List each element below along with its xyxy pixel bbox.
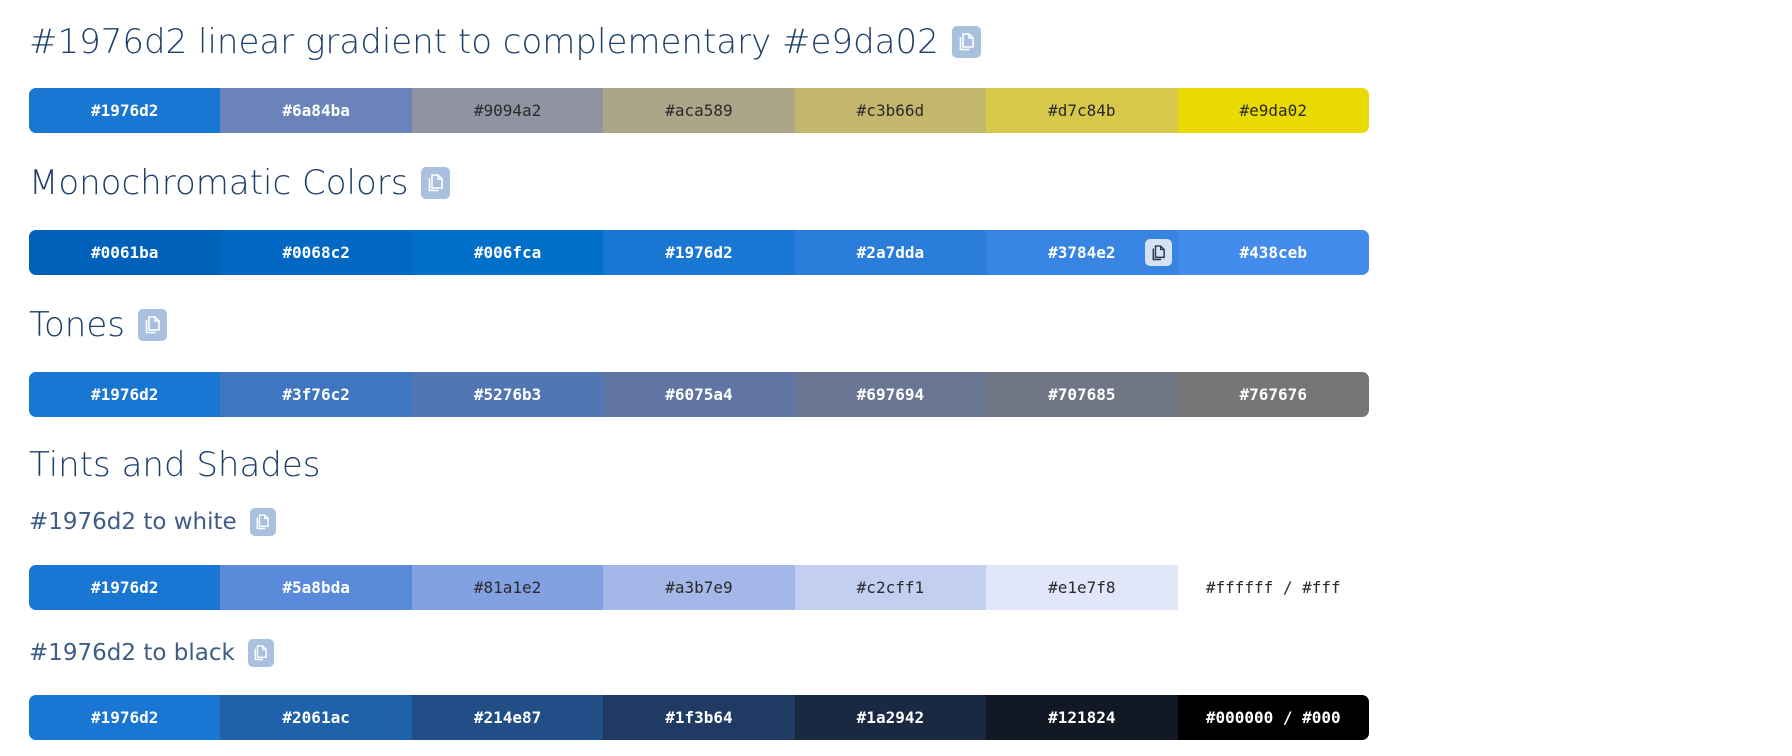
swatch-hex-label: #697694 — [856, 385, 925, 404]
swatch-hex-label: #d7c84b — [1048, 101, 1116, 120]
color-swatch[interactable]: #2061ac — [220, 695, 412, 740]
color-swatch[interactable]: #6075a4 — [603, 372, 795, 417]
to-white-title-text: #1976d2 to white — [29, 509, 237, 535]
swatch-hex-label: #9094a2 — [473, 101, 542, 120]
copy-icon — [145, 316, 160, 334]
color-swatch[interactable]: #1976d2 — [29, 88, 221, 133]
color-swatch[interactable]: #0068c2 — [220, 230, 412, 275]
color-swatch[interactable]: #1f3b64 — [603, 695, 795, 740]
color-swatch[interactable]: #c3b66d — [794, 88, 987, 133]
color-swatch[interactable]: #1976d2 — [29, 695, 221, 740]
swatch-hex-label: #a3b7e9 — [665, 578, 733, 597]
color-swatch[interactable]: #6a84ba — [220, 88, 412, 133]
color-swatch[interactable]: #9094a2 — [411, 88, 604, 133]
swatch-hex-label: #707685 — [1048, 385, 1116, 404]
swatch-hex-label: #5276b3 — [473, 385, 542, 404]
swatch-hex-label: #6075a4 — [665, 385, 733, 404]
color-swatch[interactable]: #a3b7e9 — [603, 565, 795, 610]
color-swatch[interactable]: #1976d2 — [29, 372, 221, 417]
swatch-hex-label: #121824 — [1048, 708, 1116, 727]
color-swatch[interactable]: #3784e2 — [986, 230, 1178, 275]
tones-title: Tones — [29, 305, 167, 345]
monochromatic-title: Monochromatic Colors — [29, 163, 451, 203]
copy-icon — [256, 514, 270, 530]
to-white-copy-button[interactable] — [249, 508, 276, 536]
color-swatch[interactable]: #81a1e2 — [411, 565, 604, 610]
swatch-hex-label: #0061ba — [90, 243, 159, 262]
swatch-hex-label: #e9da02 — [1239, 101, 1307, 120]
swatch-hex-label: #1976d2 — [665, 243, 733, 262]
color-swatch[interactable]: #000000 / #000 — [1177, 695, 1369, 740]
swatch-hex-label: #767676 — [1239, 385, 1307, 404]
swatch-hex-label: #1976d2 — [90, 578, 159, 597]
gradient-palette: #1976d2 #6a84ba #9094a2 #aca589 #c3b66d #d7c8… — [29, 88, 1369, 133]
copy-icon — [254, 645, 268, 661]
swatch-hex-label: #1976d2 — [90, 708, 159, 727]
color-swatch[interactable]: #767676 — [1177, 372, 1369, 417]
swatch-hex-label: #006fca — [473, 243, 542, 262]
color-swatch[interactable]: #e9da02 — [1177, 88, 1369, 133]
gradient-copy-button[interactable] — [951, 26, 981, 58]
tints-shades-title: Tints and Shades — [29, 445, 321, 485]
color-swatch[interactable]: #5276b3 — [411, 372, 604, 417]
swatch-copy-button[interactable] — [1144, 239, 1172, 266]
swatch-hex-label: #81a1e2 — [473, 578, 542, 597]
color-swatch[interactable]: #aca589 — [603, 88, 795, 133]
color-swatch[interactable]: #707685 — [986, 372, 1178, 417]
color-swatch[interactable]: #e1e7f8 — [986, 565, 1178, 610]
gradient-title-text: #1976d2 linear gradient to complementary… — [29, 22, 939, 62]
swatch-hex-label: #1a2942 — [856, 708, 925, 727]
color-swatch[interactable]: #1976d2 — [603, 230, 795, 275]
color-swatch[interactable]: #0061ba — [29, 230, 221, 275]
tones-title-text: Tones — [29, 305, 125, 345]
swatch-hex-label: #000000 / #000 — [1205, 708, 1341, 727]
color-swatch[interactable]: #5a8bda — [220, 565, 412, 610]
to-black-title-text: #1976d2 to black — [29, 640, 235, 666]
swatch-hex-label: #2a7dda — [856, 243, 925, 262]
monochromatic-copy-button[interactable] — [421, 167, 451, 199]
color-swatch[interactable]: #214e87 — [411, 695, 604, 740]
swatch-hex-label: #5a8bda — [282, 578, 350, 597]
color-swatch[interactable]: #3f76c2 — [220, 372, 412, 417]
to-white-palette: #1976d2 #5a8bda #81a1e2 #a3b7e9 #c2cff1 #e1e7… — [29, 565, 1369, 610]
color-swatch[interactable]: #697694 — [794, 372, 987, 417]
tones-palette: #1976d2 #3f76c2 #5276b3 #6075a4 #697694 #7076… — [29, 372, 1369, 417]
color-swatch[interactable]: #006fca — [411, 230, 604, 275]
swatch-hex-label: #6a84ba — [282, 101, 350, 120]
swatch-hex-label: #1976d2 — [90, 385, 159, 404]
swatch-hex-label: #ffffff / #fff — [1205, 578, 1341, 597]
swatch-hex-label: #0068c2 — [282, 243, 350, 262]
color-swatch[interactable]: #d7c84b — [986, 88, 1178, 133]
to-white-title: #1976d2 to white — [29, 507, 276, 537]
tones-copy-button[interactable] — [137, 309, 167, 341]
swatch-hex-label: #2061ac — [282, 708, 350, 727]
color-swatch[interactable]: #1976d2 — [29, 565, 221, 610]
color-swatch[interactable]: #438ceb — [1177, 230, 1369, 275]
to-black-title: #1976d2 to black — [29, 638, 274, 668]
swatch-hex-label: #3784e2 — [1048, 243, 1116, 262]
gradient-title: #1976d2 linear gradient to complementary… — [29, 22, 981, 62]
color-swatch[interactable]: #ffffff / #fff — [1177, 565, 1369, 610]
swatch-hex-label: #aca589 — [665, 101, 733, 120]
swatch-hex-label: #3f76c2 — [282, 385, 350, 404]
copy-icon — [959, 33, 974, 51]
to-black-palette: #1976d2 #2061ac #214e87 #1f3b64 #1a2942 #1218… — [29, 695, 1369, 740]
swatch-hex-label: #c2cff1 — [856, 578, 925, 597]
swatch-hex-label: #438ceb — [1239, 243, 1307, 262]
to-black-copy-button[interactable] — [247, 639, 274, 667]
copy-icon — [1152, 244, 1165, 260]
swatch-hex-label: #214e87 — [473, 708, 542, 727]
color-swatch[interactable]: #2a7dda — [794, 230, 987, 275]
swatch-hex-label: #1976d2 — [90, 101, 159, 120]
swatch-hex-label: #e1e7f8 — [1048, 578, 1116, 597]
monochromatic-palette: #0061ba #0068c2 #006fca #1976d2 #2a7dda #3784… — [29, 230, 1369, 275]
swatch-hex-label: #c3b66d — [856, 101, 925, 120]
tints-shades-title-text: Tints and Shades — [29, 445, 321, 485]
copy-icon — [429, 174, 444, 192]
color-swatch[interactable]: #1a2942 — [794, 695, 987, 740]
swatch-hex-label: #1f3b64 — [665, 708, 733, 727]
color-swatch[interactable]: #c2cff1 — [794, 565, 987, 610]
monochromatic-title-text: Monochromatic Colors — [29, 163, 409, 203]
color-swatch[interactable]: #121824 — [986, 695, 1178, 740]
